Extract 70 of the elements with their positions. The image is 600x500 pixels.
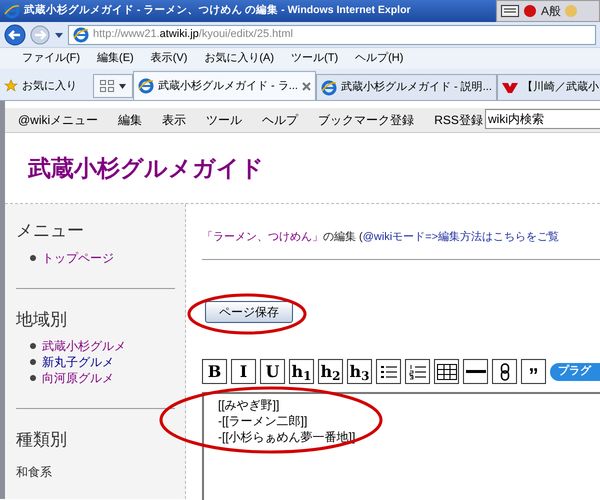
browser-tab[interactable]: 武蔵小杉グルメガイド - ラ... xyxy=(133,71,316,100)
bullet-icon xyxy=(30,343,36,349)
wiki-menu-item[interactable]: RSS登録 xyxy=(434,111,483,129)
window-title: 武蔵小杉グルメガイド - ラーメン、つけめん の編集 - Windows Internet Explor xyxy=(24,3,411,18)
search-field[interactable]: wiki内検索 xyxy=(485,109,600,129)
menu-item[interactable]: ファイル(F) xyxy=(22,50,80,67)
sidebar-link[interactable]: トップページ xyxy=(42,248,114,266)
plugin-button[interactable]: プラグ xyxy=(550,362,600,380)
input-mode-label[interactable]: A般 xyxy=(541,2,562,20)
wiki-menu-item[interactable]: ヘルプ xyxy=(262,111,298,129)
quote-button[interactable]: ” xyxy=(521,359,546,384)
favorites-button[interactable]: お気に入り xyxy=(22,78,77,94)
bullet-icon xyxy=(30,375,36,381)
menu-item[interactable]: お気に入り(A) xyxy=(204,50,274,67)
mode-link[interactable]: @wikiモード=>編集方法はこちらをご覧 xyxy=(362,228,560,246)
menu-item[interactable]: 表示(V) xyxy=(150,50,188,67)
grid-icon xyxy=(100,80,114,92)
star-icon[interactable] xyxy=(4,79,18,93)
sidebar-link[interactable]: 新丸子グルメ xyxy=(42,353,114,371)
numbered-list-icon xyxy=(408,364,426,380)
bulleted-list-icon xyxy=(380,364,398,380)
keyboard-icon[interactable] xyxy=(501,5,519,17)
site-title: 武蔵小杉グルメガイド xyxy=(28,154,264,183)
sidebar-link[interactable]: 武蔵小杉グルメ xyxy=(42,337,126,355)
close-icon[interactable] xyxy=(302,82,311,90)
save-button[interactable]: ページ保存 xyxy=(205,301,293,323)
format-button[interactable]: h$_{3}$ xyxy=(347,359,372,384)
browser-tab[interactable]: 【川崎／武蔵小 xyxy=(496,74,600,100)
format-button[interactable]: U xyxy=(260,359,285,384)
browser-e-icon xyxy=(4,3,20,19)
category-label: 和食系 xyxy=(16,464,53,480)
quick-tabs-button[interactable] xyxy=(93,74,133,98)
address-field[interactable]: http://www21.atwiki.jp/kyoui/editx/25.html xyxy=(68,24,596,44)
ball-icon[interactable] xyxy=(523,4,537,18)
wiki-menu-item[interactable]: 表示 xyxy=(162,111,186,129)
browser-e-icon xyxy=(138,78,154,94)
browser-e-icon xyxy=(320,80,337,96)
table-icon xyxy=(436,364,456,380)
menu-item[interactable]: ツール(T) xyxy=(291,50,338,67)
edit-heading-text: の編集 ( xyxy=(323,230,363,245)
bullet-icon xyxy=(30,254,36,260)
wiki-menu-item[interactable]: 編集 xyxy=(118,111,142,129)
section-heading: メニュー xyxy=(16,220,85,242)
format-button[interactable]: I xyxy=(231,359,256,384)
format-button[interactable]: h$_{2}$ xyxy=(318,359,343,384)
toolbar-button[interactable] xyxy=(376,359,401,384)
format-button[interactable]: B xyxy=(202,359,227,384)
menu-item[interactable]: ヘルプ(H) xyxy=(355,50,404,67)
section-heading: 地域別 xyxy=(16,308,68,330)
dropdown-caret-icon[interactable] xyxy=(54,30,64,38)
link-chain-icon xyxy=(500,362,510,380)
format-button[interactable]: h$_{1}$ xyxy=(289,359,314,384)
horizontal-line-icon xyxy=(466,370,486,374)
toolbar-button[interactable] xyxy=(463,359,488,384)
wiki-menu-item[interactable]: @wikiメニュー xyxy=(18,111,98,129)
browser-e-icon xyxy=(73,26,89,42)
menu-item[interactable]: 編集(E) xyxy=(97,50,134,67)
wiki-menu-item[interactable]: ツール xyxy=(206,111,242,129)
y-logo-icon xyxy=(502,82,518,92)
bullet-icon xyxy=(30,359,36,365)
toolbar-button[interactable] xyxy=(434,359,459,384)
back-icon[interactable] xyxy=(4,24,26,46)
section-heading: 種類別 xyxy=(16,429,68,451)
toolbar-button[interactable] xyxy=(492,359,517,384)
toolbar-button[interactable] xyxy=(405,359,430,384)
sidebar-link[interactable]: 向河原グルメ xyxy=(42,369,114,387)
wiki-menu-item[interactable]: ブックマーク登録 xyxy=(318,111,414,129)
browser-tab[interactable]: 武蔵小杉グルメガイド - 説明... xyxy=(316,74,497,100)
caret-icon xyxy=(118,84,126,88)
page-link[interactable]: 「ラーメン、つけめん」 xyxy=(202,228,323,246)
